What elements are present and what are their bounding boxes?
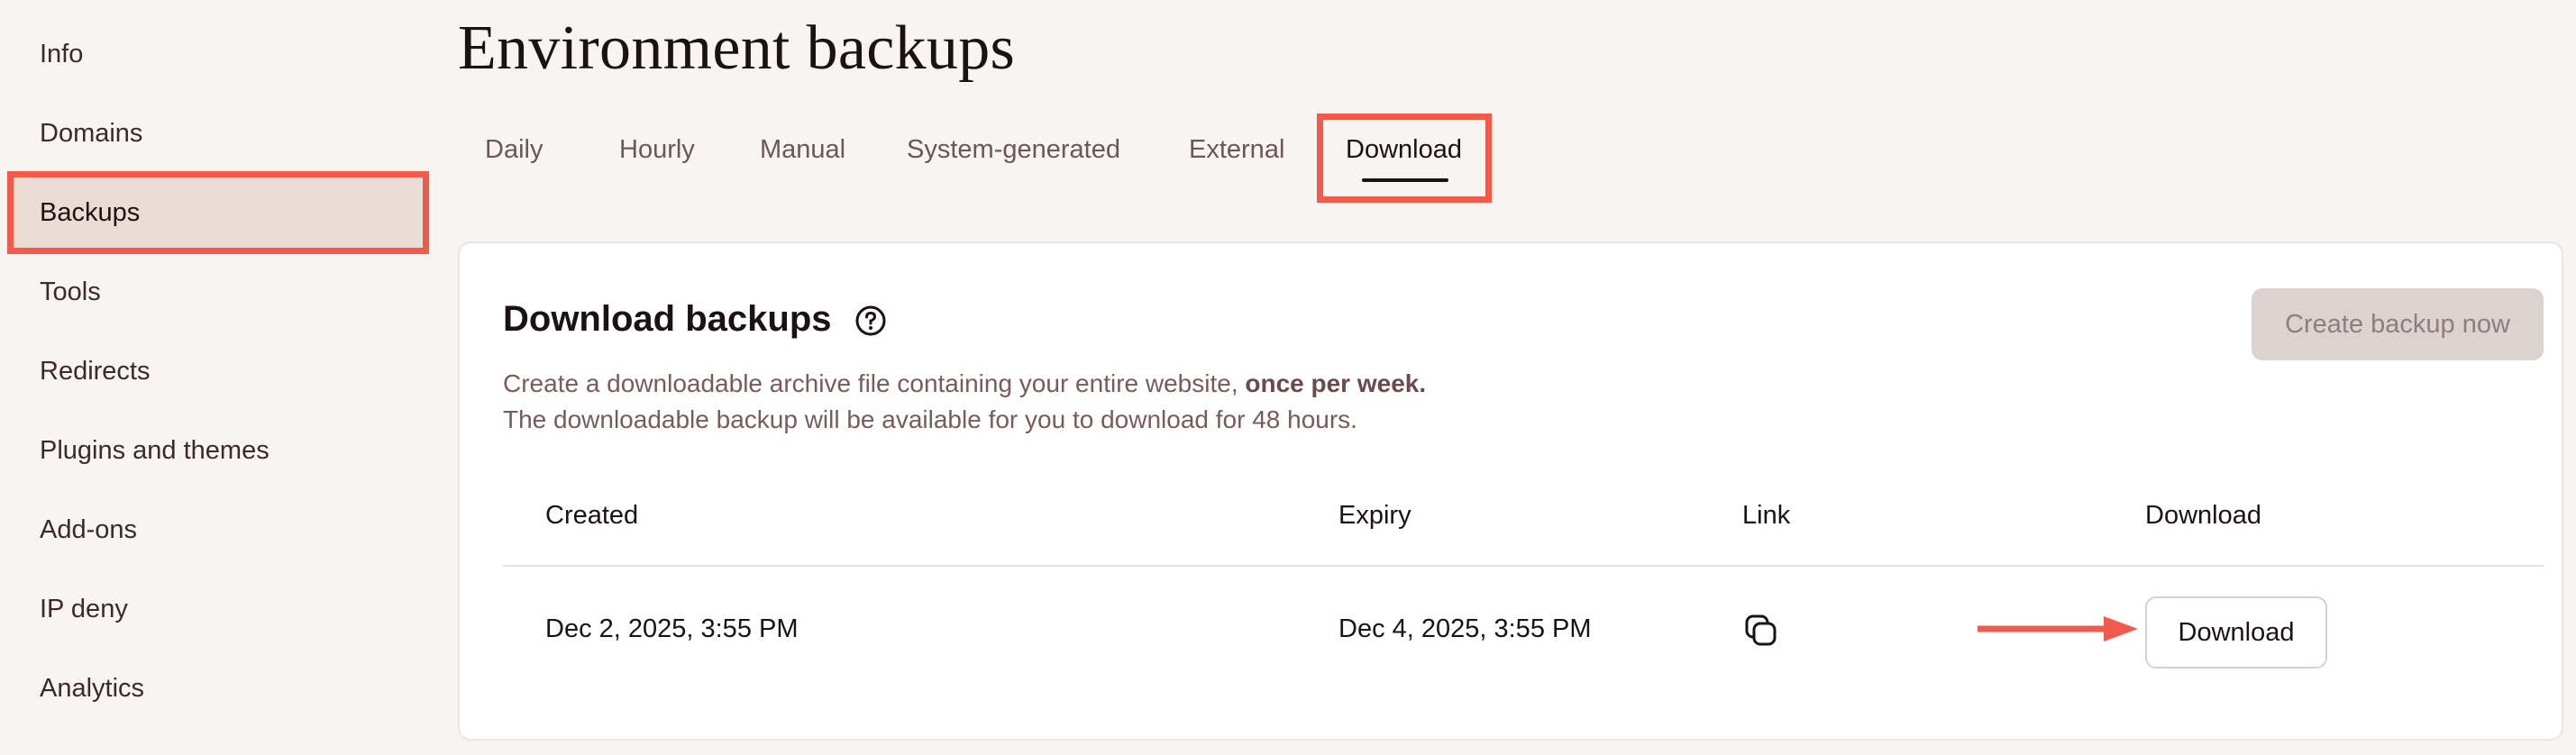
column-header-created: Created (545, 501, 639, 530)
sidebar-item-plugins-and-themes[interactable]: Plugins and themes (7, 409, 429, 492)
sidebar-item-label: Plugins and themes (40, 435, 269, 465)
description-bold: once per week. (1245, 369, 1427, 397)
sidebar-item-redirects[interactable]: Redirects (7, 330, 429, 413)
sidebar: Info Domains Backups Tools Redirects Plu… (0, 0, 433, 755)
cell-created: Dec 2, 2025, 3:55 PM (545, 614, 799, 643)
tab-daily[interactable]: Daily (485, 126, 543, 173)
tab-label: Daily (485, 134, 544, 164)
arrow-annotation-icon (1978, 616, 2138, 641)
sidebar-item-ip-deny[interactable]: IP deny (7, 568, 429, 650)
tab-download[interactable]: Download (1346, 126, 1462, 173)
description-text: Create a downloadable archive file conta… (503, 369, 1246, 397)
tab-label: Download (1346, 134, 1462, 164)
column-header-link: Link (1742, 501, 1791, 530)
sidebar-item-label: Redirects (40, 356, 151, 386)
tab-label: Manual (760, 134, 846, 164)
create-backup-now-button[interactable]: Create backup now (2252, 288, 2544, 360)
description-line-1: Create a downloadable archive file conta… (503, 369, 1426, 398)
page-title: Environment backups (458, 14, 1016, 83)
download-backups-card: Download backups Create backup now Creat… (458, 241, 2563, 741)
sidebar-item-tools[interactable]: Tools (7, 250, 429, 333)
column-header-expiry: Expiry (1338, 501, 1411, 530)
sidebar-item-label: Analytics (40, 673, 145, 703)
sidebar-item-label: Backups (40, 197, 141, 227)
sidebar-item-domains[interactable]: Domains (7, 92, 429, 175)
card-title: Download backups (503, 299, 832, 339)
sidebar-item-label: IP deny (40, 594, 128, 623)
copy-link-icon[interactable] (1743, 613, 1779, 649)
tab-label: System-generated (907, 134, 1120, 164)
column-header-download: Download (2145, 501, 2261, 530)
tab-system-generated[interactable]: System-generated (907, 126, 1120, 173)
sidebar-item-label: Tools (40, 277, 101, 306)
active-tab-underline (1362, 178, 1448, 182)
cell-expiry: Dec 4, 2025, 3:55 PM (1338, 614, 1592, 643)
sidebar-item-info[interactable]: Info (7, 13, 429, 96)
tab-label: Hourly (619, 134, 695, 164)
sidebar-item-label: Add-ons (40, 514, 138, 544)
sidebar-item-analytics[interactable]: Analytics (7, 647, 429, 730)
download-button[interactable]: Download (2145, 596, 2327, 669)
tab-manual[interactable]: Manual (760, 126, 845, 173)
description-line-2: The downloadable backup will be availabl… (503, 405, 1357, 433)
sidebar-item-label: Info (40, 39, 84, 68)
tab-hourly[interactable]: Hourly (619, 126, 695, 173)
sidebar-item-label: Domains (40, 118, 143, 148)
tab-label: External (1189, 134, 1285, 164)
tab-external[interactable]: External (1189, 126, 1284, 173)
sidebar-item-add-ons[interactable]: Add-ons (7, 488, 429, 571)
sidebar-item-backups[interactable]: Backups (7, 171, 429, 254)
help-icon[interactable] (854, 305, 887, 337)
table-divider (503, 565, 2544, 567)
